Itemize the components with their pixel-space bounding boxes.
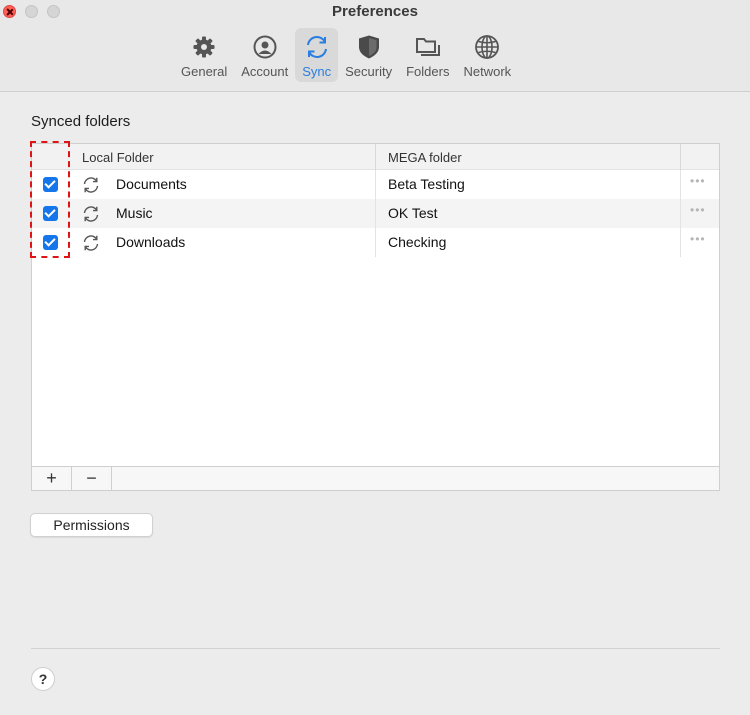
column-divider [375,144,376,170]
table-footer: + − [32,466,719,490]
column-divider [680,144,681,170]
table-row[interactable]: Documents Beta Testing ••• [32,170,719,199]
shield-icon [355,34,383,60]
tab-label: Security [345,64,393,79]
sync-icon [83,177,99,193]
column-header-local[interactable]: Local Folder [82,150,154,165]
synced-folders-table: Local Folder MEGA folder Documents Beta … [31,143,720,491]
checkbox-highlight-annotation [30,141,70,258]
tab-label: General [181,64,228,79]
tab-security[interactable]: Security [338,28,399,82]
tab-sync[interactable]: Sync [295,28,339,82]
column-divider [680,170,681,199]
tab-label: Account [241,64,289,79]
row-menu-button[interactable]: ••• [690,203,706,217]
tab-label: Network [463,64,512,79]
local-folder-name: Music [116,205,153,221]
table-header: Local Folder MEGA folder [32,144,719,170]
remove-folder-button[interactable]: − [72,467,112,490]
column-divider [680,199,681,228]
column-header-mega[interactable]: MEGA folder [388,150,462,165]
add-folder-button[interactable]: + [32,467,72,490]
globe-icon [473,34,501,60]
toolbar: Preferences General Account Sync Securit… [0,0,750,92]
help-button[interactable]: ? [31,667,55,691]
mega-folder-name: Beta Testing [388,176,465,192]
row-menu-button[interactable]: ••• [690,232,706,246]
section-title: Synced folders [31,113,131,130]
tab-folders[interactable]: Folders [399,28,456,82]
account-icon [251,34,279,60]
tab-label: Sync [302,64,332,79]
window-title: Preferences [332,3,418,20]
divider [31,648,720,649]
local-folder-name: Documents [116,176,187,192]
tab-label: Folders [406,64,450,79]
column-divider [375,199,376,228]
sync-icon [303,34,331,60]
tab-network[interactable]: Network [456,28,518,82]
gear-icon [190,34,218,60]
column-divider [680,228,681,257]
tab-general[interactable]: General [174,28,234,82]
sync-icon [83,235,99,251]
preferences-tabs: General Account Sync Security Folders Ne… [174,28,518,82]
mega-folder-name: Checking [388,234,447,250]
folders-icon [414,34,442,60]
local-folder-name: Downloads [116,234,186,250]
sync-icon [83,206,99,222]
permissions-button[interactable]: Permissions [30,513,153,537]
table-row[interactable]: Downloads Checking ••• [32,228,719,257]
mega-folder-name: OK Test [388,205,438,221]
row-menu-button[interactable]: ••• [690,174,706,188]
column-divider [375,170,376,199]
table-row[interactable]: Music OK Test ••• [32,199,719,228]
tab-account[interactable]: Account [234,28,295,82]
column-divider [375,228,376,257]
